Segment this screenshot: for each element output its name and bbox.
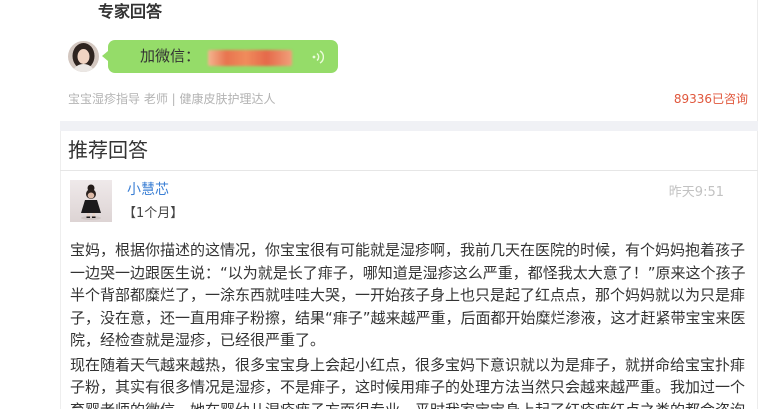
answer-text-line: 半个背部都糜烂了，一涂东西就哇哇大哭，一开始孩子身上也只是起了红点点，那个妈妈就…	[70, 286, 746, 304]
add-wechat-bubble[interactable]: 加微信：	[102, 40, 338, 73]
answer-text-line: 现在随着天气越来越热，很多宝宝身上会起小红点，很多宝妈下意识就以为是痱子，就拼命…	[70, 355, 746, 374]
redacted-wechat-id	[208, 50, 292, 66]
user-avatar-image	[70, 180, 112, 222]
expert-avatar[interactable]	[68, 41, 99, 72]
expert-info: 宝宝湿疹指导 老师 | 健康皮肤护理达人	[68, 92, 276, 106]
answer-text-line: 子粉，其实有很多情况是湿疹，不是痱子，这时候用痱子的处理方法当然只会越来越严重。…	[70, 378, 746, 396]
recommended-answer-heading: 推荐回答	[68, 138, 148, 162]
answer-text-line: 一边哭一边跟医生说：“以为就是长了痱子，哪知道是湿疹这么严重，都怪我太大意了！”…	[70, 263, 746, 282]
answer-text-line: 子，没在意，还一直用痱子粉擦，结果“痱子”越来越严重，后面都开始糜烂渗液，这才赶…	[70, 308, 746, 327]
bubble-tail	[102, 51, 108, 61]
answer-text-line: 育婴老师的微信，她在婴幼儿湿疹痱子方面很专业，平时我家宝宝身上起了红疹痱红点之类…	[70, 399, 750, 409]
answer-paragraph: 现在随着天气越来越热，很多宝宝身上会起小红点，很多宝妈下意识就以为是痱子，就拼命…	[70, 354, 750, 409]
answer-paragraph: 宝妈，根据你描述的这情况，你宝宝很有可能就是湿疹啊，我前几天在医院的时候，有个妈…	[70, 239, 750, 352]
answer-user-name[interactable]: 小慧芯	[127, 181, 169, 199]
consult-count: 89336已咨询	[673, 92, 748, 106]
baby-age-tag: 【1个月】	[123, 206, 184, 221]
expert-avatar-image	[68, 41, 99, 72]
answer-text-line: 院，经检查就是湿疹，已经很严重了。	[70, 331, 326, 349]
expert-answer-heading: 专家回答	[98, 2, 163, 21]
page: 专家回答 加微信： 宝宝湿疹指导 老师 | 健康皮肤护理达人 89336已咨询 …	[0, 0, 782, 409]
add-wechat-label: 加微信：	[140, 47, 201, 65]
answer-body: 宝妈，根据你描述的这情况，你宝宝很有可能就是湿疹啊，我前几天在医院的时候，有个妈…	[70, 239, 750, 409]
heading-divider	[60, 170, 758, 171]
user-avatar[interactable]	[70, 180, 112, 222]
sound-wave-icon	[312, 50, 324, 64]
answer-timestamp: 昨天9:51	[668, 185, 724, 200]
section-separator	[60, 121, 758, 131]
answer-text-line: 宝妈，根据你描述的这情况，你宝宝很有可能就是湿疹啊，我前几天在医院的时候，有个妈…	[70, 241, 746, 259]
